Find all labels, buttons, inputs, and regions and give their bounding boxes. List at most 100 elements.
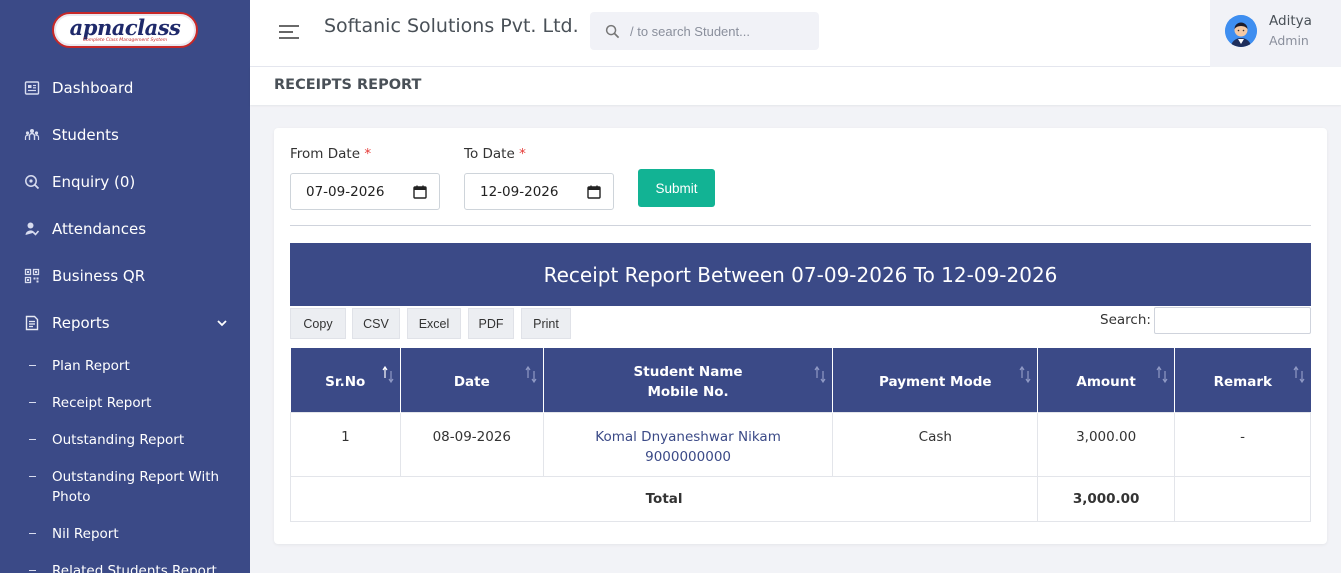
from-date-input[interactable]: 07-09-2026 bbox=[290, 173, 440, 210]
sidebar-subitem-related-students-report[interactable]: Related Students Report bbox=[0, 561, 250, 573]
sidebar-subitem-outstanding-report[interactable]: Outstanding Report bbox=[0, 430, 250, 450]
table-row: 1 08-09-2026 Komal Dnyaneshwar Nikam 900… bbox=[290, 411, 1311, 477]
sidebar-subitem-plan-report[interactable]: Plan Report bbox=[0, 356, 250, 376]
bullet-dash bbox=[29, 570, 36, 571]
excel-button[interactable]: Excel bbox=[407, 308, 461, 339]
receipt-table: Sr.No Date Student Name Mobile No. Payme… bbox=[289, 348, 1311, 522]
from-date-label-text: From Date bbox=[290, 146, 361, 162]
sidebar-item-label: Enquiry (0) bbox=[52, 173, 136, 191]
column-header-student[interactable]: Student Name Mobile No. bbox=[543, 348, 834, 412]
apnaclass-logo[interactable]: apnaclass Complete Class Management Syst… bbox=[52, 12, 198, 48]
sidebar-item-label: Business QR bbox=[52, 267, 146, 285]
student-name-link[interactable]: Komal Dnyaneshwar Nikam bbox=[595, 429, 781, 445]
from-date-value: 07-09-2026 bbox=[306, 183, 385, 200]
user-name: Aditya bbox=[1269, 13, 1312, 29]
copy-button[interactable]: Copy bbox=[290, 308, 346, 339]
chevron-down-icon[interactable] bbox=[215, 316, 229, 330]
total-row: Total 3,000.00 bbox=[289, 475, 1311, 522]
cell-remark: - bbox=[1174, 411, 1311, 477]
cell-amount: 3,000.00 bbox=[1037, 411, 1176, 477]
logo-area: apnaclass Complete Class Management Syst… bbox=[0, 0, 250, 60]
sort-icon[interactable] bbox=[814, 364, 826, 384]
page-title-bar: RECEIPTS REPORT bbox=[250, 67, 1341, 105]
calendar-icon[interactable] bbox=[413, 185, 427, 199]
sidebar-item-label: Reports bbox=[52, 314, 110, 332]
sidebar-item-students[interactable]: Students bbox=[0, 115, 250, 155]
sidebar-item-dashboard[interactable]: Dashboard bbox=[0, 68, 250, 108]
sidebar-subitem-label: Related Students Report bbox=[52, 563, 217, 573]
to-date-label: To Date * bbox=[464, 146, 526, 162]
company-name: Softanic Solutions Pvt. Ltd. bbox=[324, 15, 579, 37]
sidebar-item-reports[interactable]: Reports bbox=[0, 303, 250, 343]
column-label: Remark bbox=[1213, 373, 1272, 390]
sidebar-item-business-qr[interactable]: Business QR bbox=[0, 256, 250, 296]
sidebar-subitem-label: Outstanding Report With Photo bbox=[52, 469, 220, 505]
column-label: Date bbox=[453, 373, 490, 390]
hamburger-menu-icon[interactable] bbox=[278, 23, 300, 41]
column-label: Amount bbox=[1076, 373, 1136, 390]
column-label: Student Name bbox=[633, 363, 743, 380]
logo-tagline: Complete Class Management System bbox=[82, 37, 168, 43]
bullet-dash bbox=[29, 439, 36, 440]
cell-date: 08-09-2026 bbox=[399, 411, 544, 477]
sort-asc-icon[interactable] bbox=[382, 364, 394, 384]
column-label: Sr.No bbox=[325, 373, 366, 390]
avatar[interactable] bbox=[1225, 15, 1257, 47]
student-search-input[interactable] bbox=[630, 21, 810, 41]
student-mobile: 9000000000 bbox=[645, 448, 732, 465]
logo-text: apnaclass bbox=[69, 14, 181, 40]
table-search-label: Search: bbox=[1100, 312, 1151, 328]
top-header: Softanic Solutions Pvt. Ltd. Aditya Admi… bbox=[250, 0, 1341, 67]
total-label: Total bbox=[289, 475, 1039, 522]
student-search[interactable] bbox=[590, 12, 819, 50]
qr-icon bbox=[24, 268, 40, 284]
total-remark-empty bbox=[1174, 475, 1311, 522]
sidebar-subitem-label: Plan Report bbox=[52, 358, 130, 374]
sort-icon[interactable] bbox=[1156, 364, 1168, 384]
sidebar-subitem-receipt-report[interactable]: Receipt Report bbox=[0, 393, 250, 413]
user-avatar-icon bbox=[1225, 15, 1257, 47]
sidebar-item-label: Students bbox=[52, 126, 119, 144]
sidebar-item-label: Dashboard bbox=[52, 79, 134, 97]
required-mark: * bbox=[364, 146, 372, 162]
calendar-icon[interactable] bbox=[587, 185, 601, 199]
column-header-date[interactable]: Date bbox=[400, 348, 544, 412]
to-date-input[interactable]: 12-09-2026 bbox=[464, 173, 614, 210]
reports-icon bbox=[24, 315, 40, 331]
sort-icon[interactable] bbox=[1019, 364, 1031, 384]
print-button[interactable]: Print bbox=[521, 308, 571, 339]
sidebar-item-attendances[interactable]: Attendances bbox=[0, 209, 250, 249]
enquiry-icon bbox=[24, 174, 40, 190]
sidebar-subitem-label: Nil Report bbox=[52, 526, 119, 542]
sidebar-item-enquiry[interactable]: Enquiry (0) bbox=[0, 162, 250, 202]
sidebar: apnaclass Complete Class Management Syst… bbox=[0, 0, 250, 573]
sort-icon[interactable] bbox=[1293, 364, 1305, 384]
column-header-srno[interactable]: Sr.No bbox=[290, 348, 401, 412]
sidebar-subitem-nil-report[interactable]: Nil Report bbox=[0, 524, 250, 544]
bullet-dash bbox=[29, 476, 36, 477]
column-label: Mobile No. bbox=[647, 383, 729, 400]
sort-icon[interactable] bbox=[525, 364, 537, 384]
report-banner: Receipt Report Between 07-09-2026 To 12-… bbox=[290, 243, 1311, 306]
to-date-value: 12-09-2026 bbox=[480, 183, 559, 200]
column-header-payment-mode[interactable]: Payment Mode bbox=[832, 348, 1039, 412]
required-mark: * bbox=[519, 146, 526, 162]
column-header-remark[interactable]: Remark bbox=[1174, 348, 1311, 412]
dashboard-icon bbox=[24, 80, 40, 96]
submit-button[interactable]: Submit bbox=[638, 169, 715, 207]
divider bbox=[290, 225, 1311, 226]
total-amount: 3,000.00 bbox=[1037, 475, 1176, 522]
column-header-amount[interactable]: Amount bbox=[1037, 348, 1176, 412]
table-search-input[interactable] bbox=[1154, 307, 1311, 334]
sidebar-subitem-outstanding-report-photo[interactable]: Outstanding Report With Photo bbox=[0, 467, 225, 507]
from-date-label: From Date * bbox=[290, 146, 371, 162]
bullet-dash bbox=[29, 365, 36, 366]
students-icon bbox=[24, 127, 40, 143]
cell-srno: 1 bbox=[290, 411, 401, 477]
search-icon bbox=[605, 24, 620, 39]
user-menu[interactable]: Aditya Admin bbox=[1210, 0, 1341, 67]
attendance-icon bbox=[24, 221, 40, 237]
column-label: Payment Mode bbox=[879, 373, 992, 390]
csv-button[interactable]: CSV bbox=[352, 308, 400, 339]
pdf-button[interactable]: PDF bbox=[468, 308, 514, 339]
